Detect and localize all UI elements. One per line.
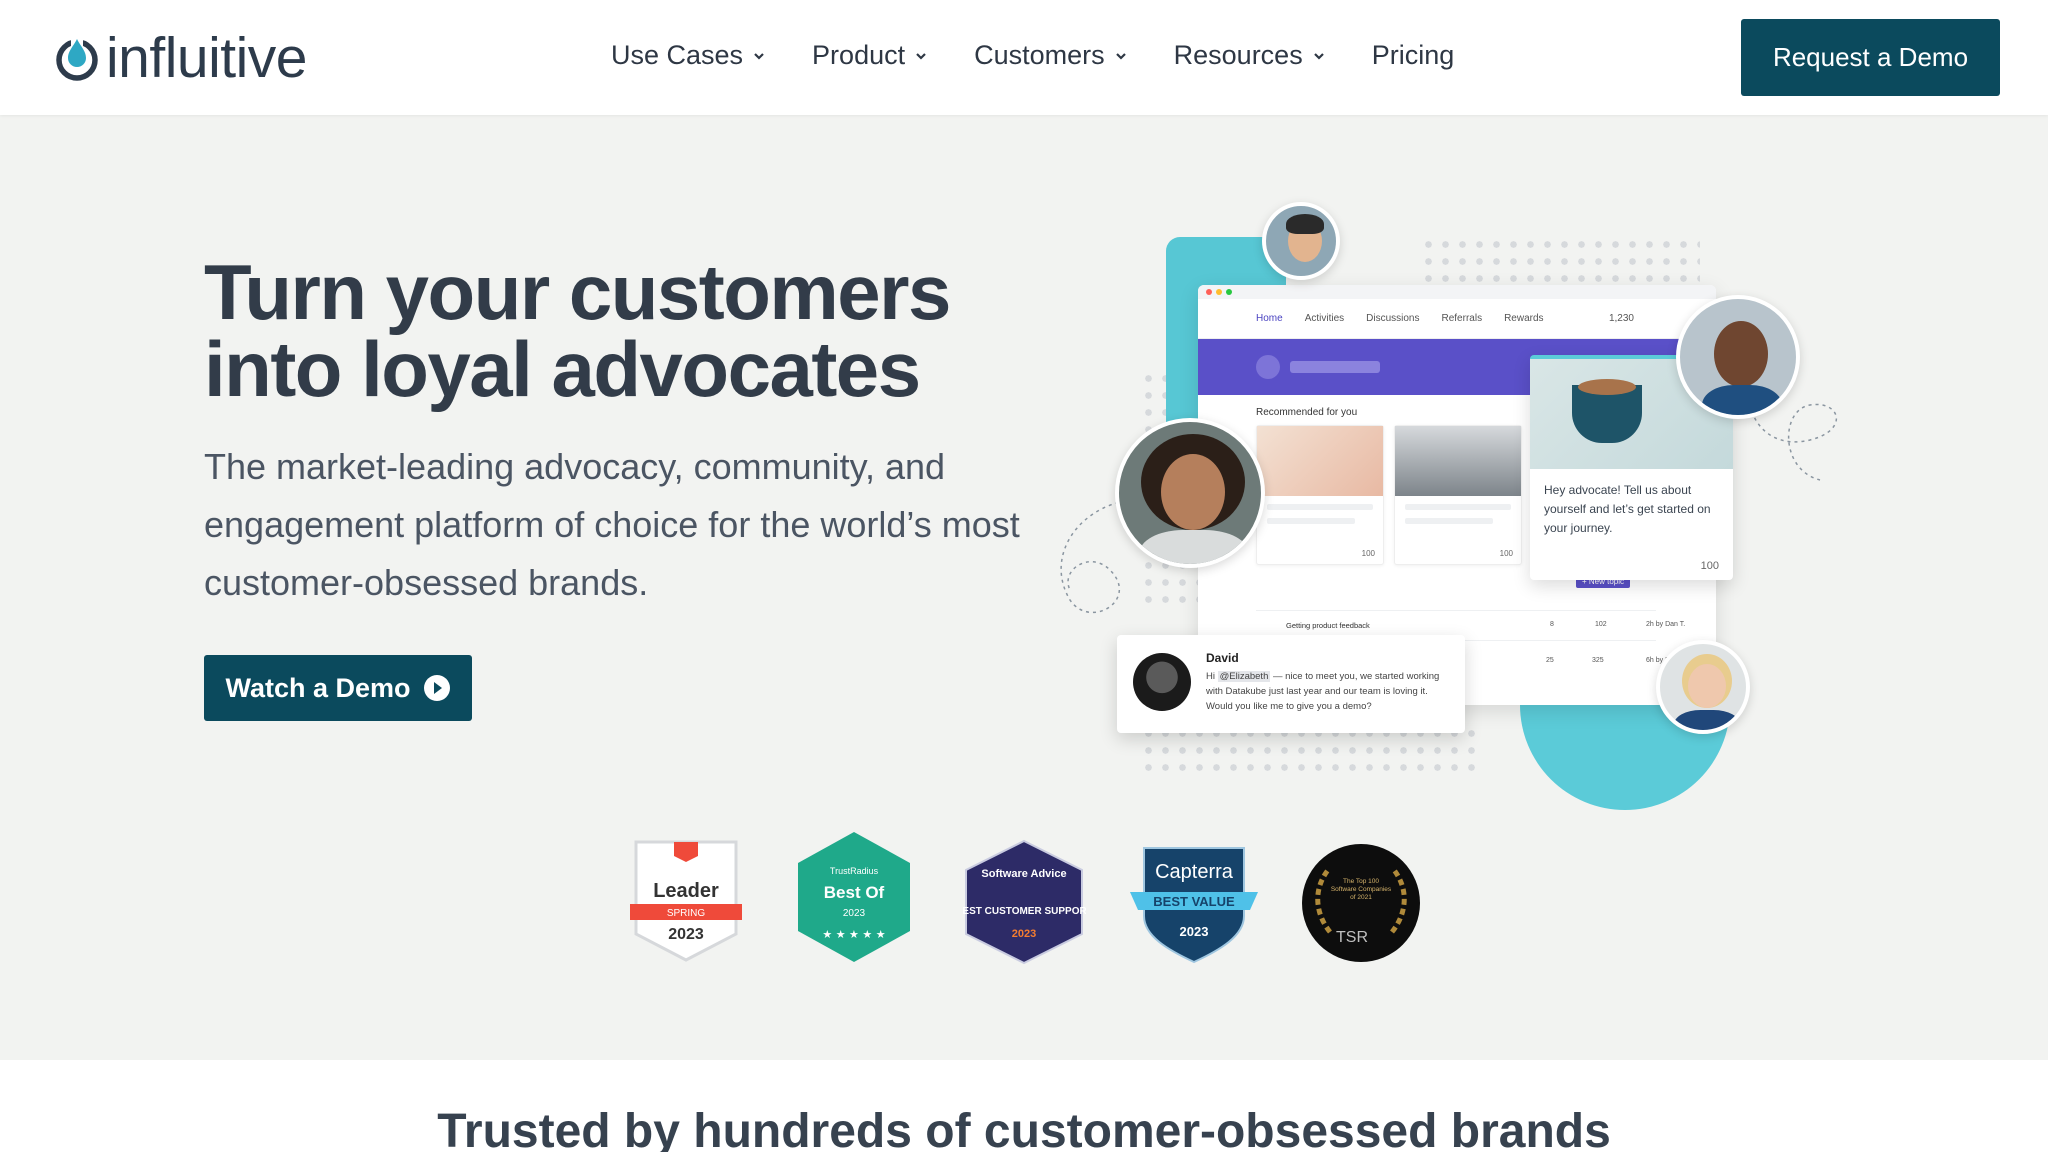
app-points: 1,230 <box>1608 313 1634 324</box>
badge-brand: TrustRadius <box>830 866 879 876</box>
power-logo-icon <box>56 36 98 81</box>
badge-label: BEST CUSTOMER SUPPORT <box>962 906 1086 917</box>
play-circle-icon <box>423 675 450 701</box>
chevron-down-icon <box>1313 52 1324 60</box>
app-nav-activities: Activities <box>1304 313 1345 324</box>
badge-label: Best Of <box>824 883 885 902</box>
watch-demo-button[interactable]: Watch a Demo <box>204 655 472 721</box>
badge-sub: SPRING <box>667 908 706 919</box>
badge-brand: TSR <box>1336 929 1368 946</box>
recommended-card: 100 <box>1256 425 1384 565</box>
avatar <box>1676 295 1800 419</box>
badge-year: 2023 <box>1180 924 1209 939</box>
row-author: 2h by Dan T. <box>1646 621 1686 628</box>
svg-text:★ ★ ★ ★ ★: ★ ★ ★ ★ ★ <box>822 928 885 941</box>
trusted-heading: Trusted by hundreds of customer-obsessed… <box>437 1105 1611 1152</box>
hero-illustration: Home Activities Discussions Referrals Re… <box>1050 200 1850 810</box>
message-author: David <box>1206 651 1239 665</box>
nav-resources-label: Resources <box>1173 40 1303 70</box>
hero-title-line-1: Turn your customers <box>204 248 951 336</box>
nav-product[interactable]: Product <box>812 40 927 71</box>
topic-row-title: Getting product feedback <box>1286 621 1370 630</box>
window-controls <box>1198 285 1716 299</box>
nav-use-cases-label: Use Cases <box>611 40 744 70</box>
capterra-best-value-badge: Capterra BEST VALUE 2023 <box>1130 847 1258 964</box>
influitive-logo[interactable]: influitive <box>54 25 307 90</box>
hero-title: Turn your customers into loyal advocates <box>204 253 1004 408</box>
avatar <box>1115 418 1265 568</box>
badge-label: Leader <box>653 880 719 902</box>
request-demo-button[interactable]: Request a Demo <box>1741 19 2000 96</box>
avatar <box>1133 653 1191 711</box>
hero-title-line-2: into loyal advocates <box>204 325 921 413</box>
nav-resources[interactable]: Resources <box>1174 40 1325 71</box>
row-replies: 8 <box>1550 621 1554 628</box>
card-points: 100 <box>1499 549 1513 558</box>
badge-brand: Capterra <box>1155 861 1234 883</box>
avatar <box>1656 640 1750 734</box>
top-nav: influitive Use Cases Product Customers R… <box>0 0 2048 115</box>
badge-year: 2023 <box>1012 928 1036 940</box>
nav-customers-label: Customers <box>974 40 1105 70</box>
app-nav-referrals: Referrals <box>1441 313 1483 324</box>
message-card: David Hi @Elizabeth — nice to meet you, … <box>1117 635 1465 733</box>
award-badges: Leader SPRING 2023 TrustRadius Best Of 2… <box>630 830 1430 965</box>
g2-leader-badge: Leader SPRING 2023 <box>630 840 742 962</box>
chevron-down-icon <box>754 52 764 60</box>
tsr-top-100-badge: The Top 100 Software Companies of 2021 T… <box>1302 844 1420 962</box>
recommended-label: Recommended for you <box>1256 407 1358 418</box>
app-nav-home: Home <box>1256 313 1283 324</box>
nav-pricing-label: Pricing <box>1371 40 1455 70</box>
nav-use-cases[interactable]: Use Cases <box>611 40 765 71</box>
recommended-card: 100 <box>1394 425 1522 565</box>
chevron-down-icon <box>1115 52 1126 60</box>
brand-name: influitive <box>106 25 307 90</box>
software-advice-badge: Software Advice BEST CUSTOMER SUPPORT 20… <box>962 839 1086 965</box>
app-nav-discussions: Discussions <box>1366 313 1420 324</box>
badge-year: 2023 <box>843 908 866 919</box>
popup-text: Hey advocate! Tell us about yourself and… <box>1544 483 1711 535</box>
nav-customers[interactable]: Customers <box>974 40 1127 71</box>
mention-tag: @Elizabeth <box>1217 671 1271 682</box>
row-replies: 25 <box>1546 657 1554 664</box>
chevron-down-icon <box>916 52 926 60</box>
row-views: 102 <box>1595 621 1607 628</box>
watch-demo-label: Watch a Demo <box>225 672 411 703</box>
trustradius-best-of-badge: TrustRadius Best Of 2023 ★ ★ ★ ★ ★ <box>798 832 910 962</box>
message-body: Hi @Elizabeth — nice to meet you, we sta… <box>1206 671 1440 712</box>
badge-label: The Top 100 Software Companies of 2021 <box>1330 878 1392 901</box>
row-views: 325 <box>1592 657 1604 664</box>
app-nav: Home Activities Discussions Referrals Re… <box>1198 299 1716 339</box>
app-nav-rewards: Rewards <box>1504 313 1544 324</box>
nav-pricing[interactable]: Pricing <box>1372 40 1455 71</box>
dot-pattern <box>1420 236 1700 286</box>
badge-brand: Software Advice <box>981 868 1066 880</box>
badge-year: 2023 <box>668 926 704 943</box>
hero-subtitle: The market-leading advocacy, community, … <box>204 446 1020 603</box>
nav-product-label: Product <box>812 40 906 70</box>
badge-label: BEST VALUE <box>1153 894 1235 909</box>
main-menu: Use Cases Product Customers Resources Pr… <box>611 40 1454 71</box>
avatar <box>1262 202 1340 280</box>
card-points: 100 <box>1361 549 1375 558</box>
popup-points: 100 <box>1700 560 1719 572</box>
